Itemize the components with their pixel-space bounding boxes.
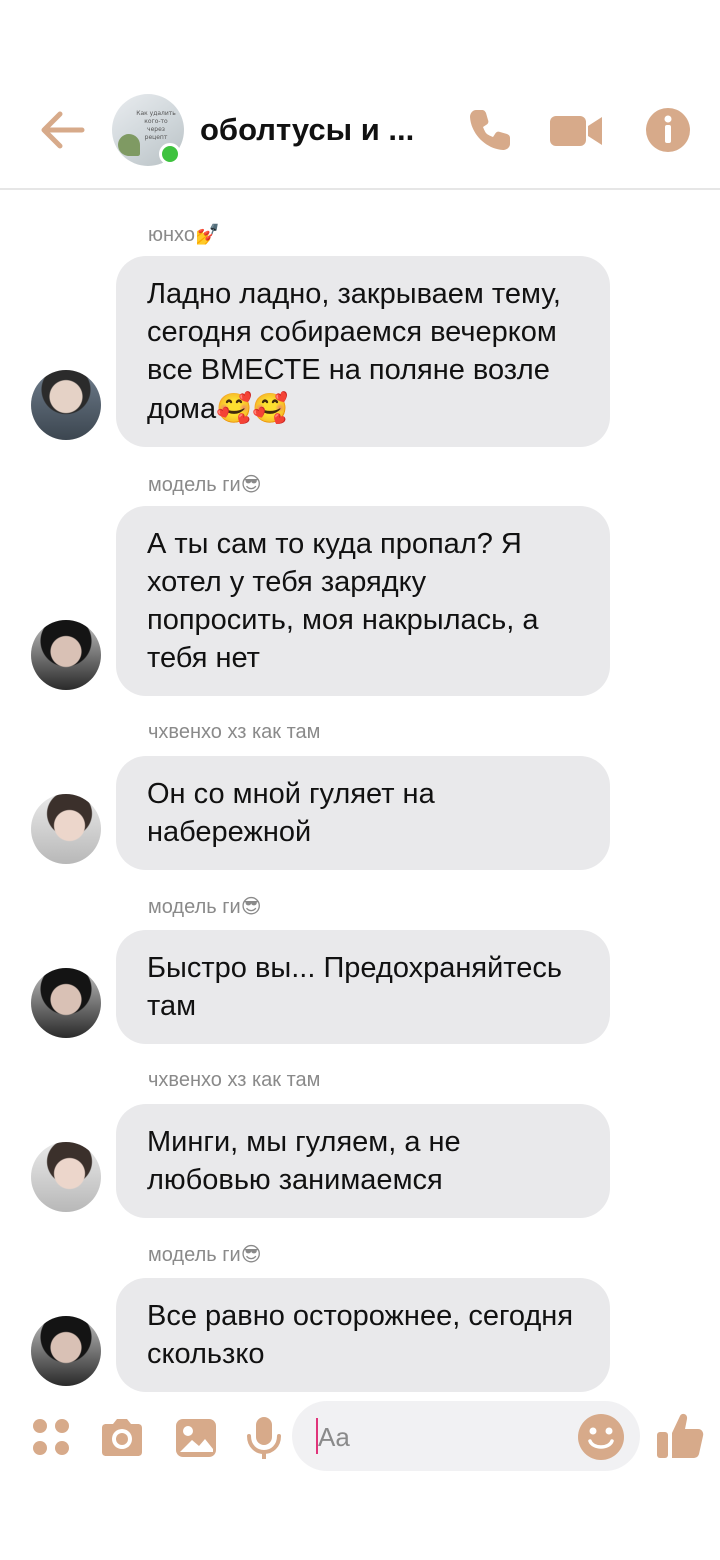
emoji-icon[interactable] [576, 1412, 626, 1462]
message-sender: чхвенхо хз как там [148, 1069, 320, 1092]
phone-icon[interactable] [464, 104, 516, 156]
chat-header: Как удалить кого-то через рецепт оболтус… [0, 0, 720, 190]
message-sender: юнхо💅 [148, 222, 220, 247]
video-camera-icon[interactable] [548, 104, 604, 156]
message-bubble[interactable]: Он со мной гуляет на набережной [116, 756, 610, 870]
message-bubble[interactable]: Все равно осторожнее, сегодня скользко [116, 1278, 610, 1392]
group-avatar-plant [118, 134, 140, 156]
message-text: Минги, мы гуляем, а не любовью занимаемс… [147, 1126, 461, 1196]
message-text: Ладно ладно, закрываем тему, сегодня соб… [147, 278, 561, 425]
apps-grid-icon[interactable] [28, 1414, 76, 1462]
info-icon[interactable] [642, 104, 694, 156]
avatar[interactable] [31, 620, 101, 690]
message-sender: модель ги😎 [148, 1242, 262, 1267]
sender-emoji: 😎 [240, 1242, 262, 1266]
group-avatar-note: Как удалить кого-то через рецепт [136, 110, 176, 141]
sender-name: юнхо [148, 224, 195, 246]
message-sender: модель ги😎 [148, 472, 262, 497]
avatar[interactable] [31, 968, 101, 1038]
message-text: Все равно осторожнее, сегодня скользко [147, 1300, 574, 1370]
chat-title[interactable]: оболтусы и ... [200, 112, 414, 148]
back-arrow-icon[interactable] [38, 108, 86, 152]
image-icon[interactable] [172, 1414, 220, 1462]
sender-emoji: 😎 [240, 894, 262, 918]
message-bubble[interactable]: А ты сам то куда пропал? Я хотел у тебя … [116, 506, 610, 696]
message-text: Он со мной гуляет на набережной [147, 778, 435, 848]
microphone-icon[interactable] [240, 1414, 288, 1462]
message-bubble[interactable]: Ладно ладно, закрываем тему, сегодня соб… [116, 256, 610, 447]
sender-emoji: 😎 [240, 472, 262, 496]
message-input[interactable] [316, 1415, 560, 1459]
sender-name: модель ги [148, 1244, 241, 1266]
message-sender: чхвенхо хз как там [148, 721, 320, 744]
message-text: А ты сам то куда пропал? Я хотел у тебя … [147, 528, 539, 674]
sender-name: модель ги [148, 474, 241, 496]
sender-emoji: 💅 [194, 222, 220, 246]
message-bubble[interactable]: Быстро вы... Предохраняйтесь там [116, 930, 610, 1044]
camera-icon[interactable] [98, 1414, 146, 1462]
sender-name: чхвенхо хз как там [148, 721, 321, 743]
sender-name: модель ги [148, 896, 241, 918]
avatar[interactable] [31, 370, 101, 440]
message-emoji: 🥰🥰 [216, 391, 289, 425]
message-text: Быстро вы... Предохраняйтесь там [147, 952, 563, 1022]
thumbs-up-icon[interactable] [654, 1410, 706, 1462]
message-sender: модель ги😎 [148, 894, 262, 919]
sender-name: чхвенхо хз как там [148, 1069, 321, 1091]
avatar[interactable] [31, 1316, 101, 1386]
avatar[interactable] [31, 1142, 101, 1212]
online-status-dot [159, 143, 181, 165]
message-bubble[interactable]: Минги, мы гуляем, а не любовью занимаемс… [116, 1104, 610, 1218]
avatar[interactable] [31, 794, 101, 864]
